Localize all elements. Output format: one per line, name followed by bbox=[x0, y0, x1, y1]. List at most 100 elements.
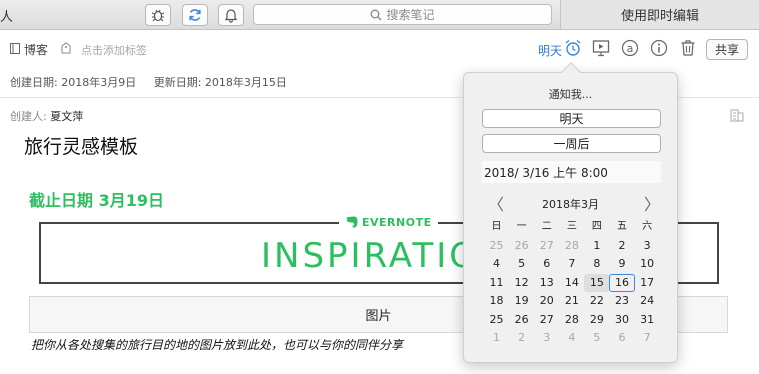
calendar-day[interactable]: 2 bbox=[609, 237, 634, 256]
calendar-day[interactable]: 7 bbox=[559, 255, 584, 274]
popover-title: 通知我... bbox=[548, 88, 593, 101]
calendar-day[interactable]: 21 bbox=[559, 292, 584, 311]
calendar-day[interactable]: 13 bbox=[534, 274, 559, 293]
share-button[interactable]: 共享 bbox=[706, 39, 748, 60]
evernote-window: 人 搜索笔记 使用即时编辑 博客 点击添加标签 明天 a 共享 创建日期: 20… bbox=[0, 0, 759, 374]
datetime-field[interactable]: 2018/ 3/16 上午 8:00 bbox=[482, 161, 661, 183]
notifications-button[interactable] bbox=[218, 4, 244, 26]
search-input[interactable]: 搜索笔记 bbox=[253, 4, 552, 25]
calendar-day[interactable]: 24 bbox=[635, 292, 660, 311]
calendar-day[interactable]: 28 bbox=[559, 237, 584, 256]
author-line: 创建人: 夏文萍 bbox=[10, 108, 83, 124]
datetime-value: 2018/ 3/16 上午 8:00 bbox=[484, 165, 608, 180]
bug-icon bbox=[151, 9, 165, 22]
calendar-day[interactable]: 4 bbox=[484, 255, 509, 274]
weekday-label: 日 bbox=[491, 221, 502, 232]
calendar-day[interactable]: 1 bbox=[484, 329, 509, 348]
calendar-day[interactable]: 9 bbox=[609, 255, 634, 274]
elephant-logo-icon bbox=[346, 216, 358, 228]
weekday-label: 四 bbox=[591, 221, 602, 232]
alarm-clock-icon[interactable] bbox=[563, 38, 583, 58]
note-meta-row: 博客 点击添加标签 明天 a 共享 bbox=[0, 31, 759, 64]
reminder-label[interactable]: 明天 bbox=[538, 42, 562, 59]
calendar-day[interactable]: 23 bbox=[609, 292, 634, 311]
calendar-day[interactable]: 15 bbox=[584, 273, 610, 292]
add-tag-input[interactable]: 点击添加标签 bbox=[81, 42, 147, 58]
notebook-icon bbox=[10, 43, 20, 54]
trash-icon[interactable] bbox=[678, 38, 698, 58]
calendar-month-label: 2018年3月 bbox=[542, 198, 599, 211]
remind-tomorrow-button[interactable]: 明天 bbox=[482, 109, 661, 128]
activity-button[interactable] bbox=[145, 4, 171, 26]
sync-button[interactable] bbox=[182, 4, 208, 26]
calendar-day[interactable]: 30 bbox=[609, 311, 634, 330]
notebook-selector[interactable]: 博客 bbox=[24, 41, 48, 58]
calendar-day[interactable]: 25 bbox=[484, 237, 509, 256]
calendar-day[interactable]: 26 bbox=[509, 237, 534, 256]
popover-arrow bbox=[561, 62, 581, 82]
at-icon[interactable]: a bbox=[620, 38, 640, 58]
author-label: 创建人: bbox=[10, 110, 47, 123]
bell-icon bbox=[224, 9, 238, 23]
calendar-week: 25 26 27 28 29 30 31 bbox=[484, 311, 660, 330]
calendar-day[interactable]: 1 bbox=[584, 237, 609, 256]
toolbar: 人 搜索笔记 bbox=[0, 0, 560, 30]
calendar-day[interactable]: 5 bbox=[584, 329, 609, 348]
updated-date: 更新日期: 2018年3月15日 bbox=[153, 76, 287, 89]
image-caption: 把你从各处搜集的旅行目的地的图片放到此处，也可以与你的同伴分享 bbox=[31, 338, 404, 352]
calendar-day[interactable]: 27 bbox=[534, 311, 559, 330]
instant-edit-button[interactable]: 使用即时编辑 bbox=[560, 0, 759, 30]
calendar-day[interactable]: 8 bbox=[584, 255, 609, 274]
presentation-icon[interactable] bbox=[591, 38, 611, 58]
calendar-day[interactable]: 28 bbox=[559, 311, 584, 330]
calendar-day[interactable]: 22 bbox=[584, 292, 609, 311]
calendar-week: 1234567 bbox=[484, 329, 660, 348]
calendar-day[interactable]: 17 bbox=[635, 274, 660, 293]
remind-tomorrow-label: 明天 bbox=[559, 112, 584, 126]
author-name: 夏文萍 bbox=[50, 110, 84, 123]
tag-icon bbox=[61, 42, 71, 54]
calendar-grid: 日一二三四五六 25 26 27 28 1 2 3 4 5 6 7 8 9 10 11 12 13 14 15 16 1… bbox=[484, 218, 660, 348]
weekday-label: 三 bbox=[566, 221, 577, 232]
calendar-day[interactable]: 19 bbox=[509, 292, 534, 311]
calendar-day[interactable]: 27 bbox=[534, 237, 559, 256]
instant-edit-label: 使用即时编辑 bbox=[620, 9, 699, 24]
calendar-day[interactable]: 18 bbox=[484, 292, 509, 311]
share-label: 共享 bbox=[714, 43, 739, 57]
weekday-label: 一 bbox=[516, 221, 527, 232]
calendar-day[interactable]: 25 bbox=[484, 311, 509, 330]
calendar-day[interactable]: 10 bbox=[635, 255, 660, 274]
svg-text:a: a bbox=[627, 42, 634, 55]
remind-next-week-button[interactable]: 一周后 bbox=[482, 134, 661, 153]
created-date: 创建日期: 2018年3月9日 bbox=[10, 76, 137, 89]
calendar-day[interactable]: 7 bbox=[635, 329, 660, 348]
sync-icon bbox=[189, 9, 201, 21]
reminder-popover: 通知我... 明天 一周后 2018/ 3/16 上午 8:00 〈 〉 201… bbox=[463, 62, 678, 363]
calendar-day[interactable]: 6 bbox=[534, 255, 559, 274]
evernote-brand: EVERNOTE bbox=[339, 215, 438, 229]
calendar-day[interactable]: 26 bbox=[509, 311, 534, 330]
brand-text: EVERNOTE bbox=[362, 215, 432, 229]
calendar-day[interactable]: 16 bbox=[609, 273, 635, 292]
calendar-week: 11 12 13 14 15 16 17 bbox=[484, 273, 660, 293]
calendar-day[interactable]: 3 bbox=[635, 237, 660, 256]
calendar-day[interactable]: 2 bbox=[509, 329, 534, 348]
image-label: 图片 bbox=[365, 309, 392, 324]
calendar-day[interactable]: 14 bbox=[559, 274, 584, 293]
calendar-day[interactable]: 20 bbox=[534, 292, 559, 311]
info-icon[interactable] bbox=[649, 38, 669, 58]
calendar-day[interactable]: 4 bbox=[559, 329, 584, 348]
calendar-day[interactable]: 6 bbox=[609, 329, 634, 348]
calendar-day[interactable]: 31 bbox=[635, 311, 660, 330]
search-placeholder: 搜索笔记 bbox=[386, 8, 435, 22]
calendar-day[interactable]: 29 bbox=[584, 311, 609, 330]
calendar-day[interactable]: 5 bbox=[509, 255, 534, 274]
building-icon[interactable] bbox=[730, 108, 744, 122]
calendar-day[interactable]: 11 bbox=[484, 274, 509, 293]
calendar-day[interactable]: 3 bbox=[534, 329, 559, 348]
calendar-day[interactable]: 12 bbox=[509, 274, 534, 293]
weekday-label: 六 bbox=[642, 221, 653, 232]
calendar-week: 25 26 27 28 1 2 3 bbox=[484, 237, 660, 256]
note-title[interactable]: 旅行灵感模板 bbox=[24, 132, 138, 159]
banner-title: INSPIRATIO bbox=[261, 236, 479, 276]
